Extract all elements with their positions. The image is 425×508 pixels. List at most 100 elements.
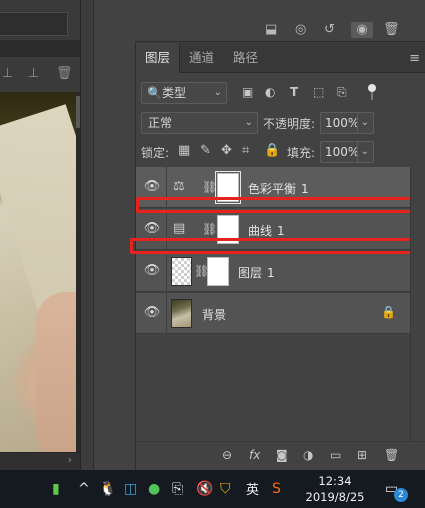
layer-name[interactable]: 背景 [202, 306, 226, 323]
tab-layers[interactable]: 图层 [136, 43, 181, 73]
filter-toggle-icon[interactable] [368, 84, 376, 92]
lock-icon[interactable]: 🔒 [381, 305, 396, 319]
panel-divider[interactable] [80, 0, 93, 470]
visibility-eye-icon[interactable]: ◉ [351, 22, 373, 38]
options-field[interactable] [0, 12, 68, 36]
layer-name[interactable]: 图层 1 [238, 264, 275, 281]
layer-row-background[interactable]: 👁 背景 🔒 [136, 293, 410, 334]
canvas-area[interactable]: ⊥ ⊥ 🗑 › [0, 0, 80, 470]
visibility-eye-icon[interactable]: 👁 [143, 264, 161, 278]
collapsed-panel-dock [93, 0, 135, 470]
panel-tabs: 图层 通道 路径 ≡ [136, 43, 425, 73]
layer-mask-thumbnail[interactable] [207, 257, 229, 286]
clock[interactable]: 12:34 2019/8/25 [305, 473, 365, 505]
blend-row: 正常 ⌄ 不透明度: 100% ⌄ [136, 111, 425, 135]
link-chain-icon[interactable]: ⛓ [202, 179, 217, 195]
smart-object-filter-icon[interactable]: ⎘ [337, 85, 347, 99]
layer-filter-row: 🔍类型 ⌄ ▣ ◐ T ⬚ ⎘ [136, 81, 425, 105]
volume-muted-icon[interactable]: 🔇 [196, 480, 213, 498]
canvas-image[interactable] [0, 92, 80, 462]
chevron-down-icon: ⌄ [360, 146, 369, 157]
adjust-down-icon[interactable]: ⊥ [2, 66, 13, 81]
visibility-eye-icon[interactable]: 👁 [143, 222, 161, 236]
canvas-tool-row: ⊥ ⊥ 🗑 [0, 56, 80, 92]
new-layer-icon[interactable]: ⊞ [357, 448, 367, 462]
link-layers-icon[interactable]: ⊖ [222, 448, 232, 462]
qq-icon[interactable]: 🐧 [99, 480, 116, 498]
clip-to-layer-icon[interactable]: ⬓ [265, 22, 277, 38]
eye-separator [166, 293, 167, 334]
lock-artboard-icon[interactable]: ⌗ [242, 143, 249, 159]
adjustment-filter-icon[interactable]: ◐ [265, 85, 275, 99]
text-filter-icon[interactable]: T [290, 85, 298, 99]
trash-icon[interactable]: 🗑 [383, 22, 400, 38]
layers-panel-footer: ⊖ fx ◙ ◑ ▭ ⊞ 🗑 [136, 441, 425, 469]
opacity-dropdown[interactable]: ⌄ [357, 112, 374, 134]
chevron-down-icon: ⌄ [244, 117, 253, 128]
fill-label: 填充: [287, 146, 316, 160]
fx-icon[interactable]: fx [249, 448, 260, 462]
network-icon[interactable]: ⎘ [172, 480, 183, 498]
tab-channels[interactable]: 通道 [180, 43, 223, 73]
layers-panel: 图层 通道 路径 ≡ 🔍类型 ⌄ ▣ ◐ T ⬚ ⎘ 正常 ⌄ 不透明度: 10… [130, 43, 425, 470]
notification-badge: 2 [394, 488, 408, 502]
horizontal-scrollbar[interactable]: › [0, 452, 80, 470]
properties-panel-footer: ⬓ ◎ ↺ ◉ 🗑 [135, 0, 425, 42]
lock-all-icon[interactable]: 🔒 [264, 143, 280, 159]
wechat-icon[interactable]: ● [148, 480, 160, 498]
clock-time: 12:34 [318, 474, 352, 488]
layer-row-layer-1[interactable]: 👁 ⛓ 图层 1 [136, 251, 410, 292]
tab-paths[interactable]: 路径 [224, 43, 267, 73]
color-balance-icon: ⚖ [173, 179, 185, 194]
taskbar: ▮ ^ 🐧 ◫ ● ⎘ 🔇 ⛉ 英 S 12:34 2019/8/25 ▭ 2 [0, 470, 425, 508]
view-previous-state-icon[interactable]: ◎ [295, 22, 306, 38]
layer-name[interactable]: 曲线 1 [248, 222, 285, 239]
curves-icon: ▤ [173, 221, 186, 236]
trash-icon[interactable]: 🗑 [56, 66, 73, 81]
reset-icon[interactable]: ↺ [324, 22, 335, 38]
eye-separator [166, 251, 167, 292]
battery-icon[interactable]: ▮ [52, 480, 60, 498]
image-filter-icon[interactable]: ▣ [242, 85, 253, 99]
scroll-right-icon[interactable]: › [68, 453, 72, 466]
sogou-icon[interactable]: S [272, 480, 281, 498]
add-mask-icon[interactable]: ◙ [276, 448, 288, 462]
fill-dropdown[interactable]: ⌄ [357, 141, 374, 163]
ime-indicator[interactable]: 英 [246, 479, 259, 498]
security-icon[interactable]: ⛉ [220, 480, 231, 498]
chevron-up-icon[interactable]: ^ [78, 480, 90, 498]
blend-mode-value: 正常 [148, 116, 173, 130]
adjust-stamp-icon[interactable]: ⊥ [28, 66, 39, 81]
visibility-eye-icon[interactable]: 👁 [143, 180, 161, 194]
layer-thumbnail[interactable] [171, 257, 192, 286]
lock-transparent-icon[interactable]: ▦ [178, 143, 190, 159]
layers-scrollbar[interactable] [410, 167, 425, 441]
adjustment-layer-icon[interactable]: ◑ [303, 448, 313, 462]
options-bar [0, 0, 80, 40]
layer-thumbnail[interactable] [171, 299, 192, 328]
visibility-eye-icon[interactable]: 👁 [143, 306, 161, 320]
highlight-box [130, 238, 422, 254]
blend-mode-select[interactable]: 正常 ⌄ [141, 112, 258, 134]
layer-name[interactable]: 色彩平衡 1 [248, 180, 309, 197]
highlight-box [136, 197, 422, 213]
clock-date: 2019/8/25 [305, 490, 365, 504]
filter-kind-select[interactable]: 🔍类型 ⌄ [141, 82, 227, 104]
app-tray-icon[interactable]: ◫ [124, 480, 137, 498]
link-chain-icon[interactable]: ⛓ [202, 221, 217, 237]
lock-image-icon[interactable]: ✎ [200, 143, 211, 159]
shape-filter-icon[interactable]: ⬚ [313, 85, 324, 99]
trash-icon[interactable]: 🗑 [384, 448, 399, 462]
filter-toggle-track [371, 92, 373, 100]
lock-position-icon[interactable]: ✥ [221, 143, 232, 159]
group-folder-icon[interactable]: ▭ [330, 448, 341, 462]
chevron-down-icon: ⌄ [213, 87, 222, 98]
opacity-value: 100% [325, 116, 360, 130]
filter-kind-label: 类型 [161, 86, 186, 100]
fill-value: 100% [325, 145, 360, 159]
image-skin [36, 292, 80, 462]
lock-row: 锁定: ▦ ✎ ✥ ⌗ 🔒 填充: 100% ⌄ [136, 140, 425, 164]
hamburger-icon[interactable]: ≡ [409, 51, 420, 66]
lock-label: 锁定: [141, 146, 170, 160]
search-icon: 🔍 [147, 86, 162, 100]
